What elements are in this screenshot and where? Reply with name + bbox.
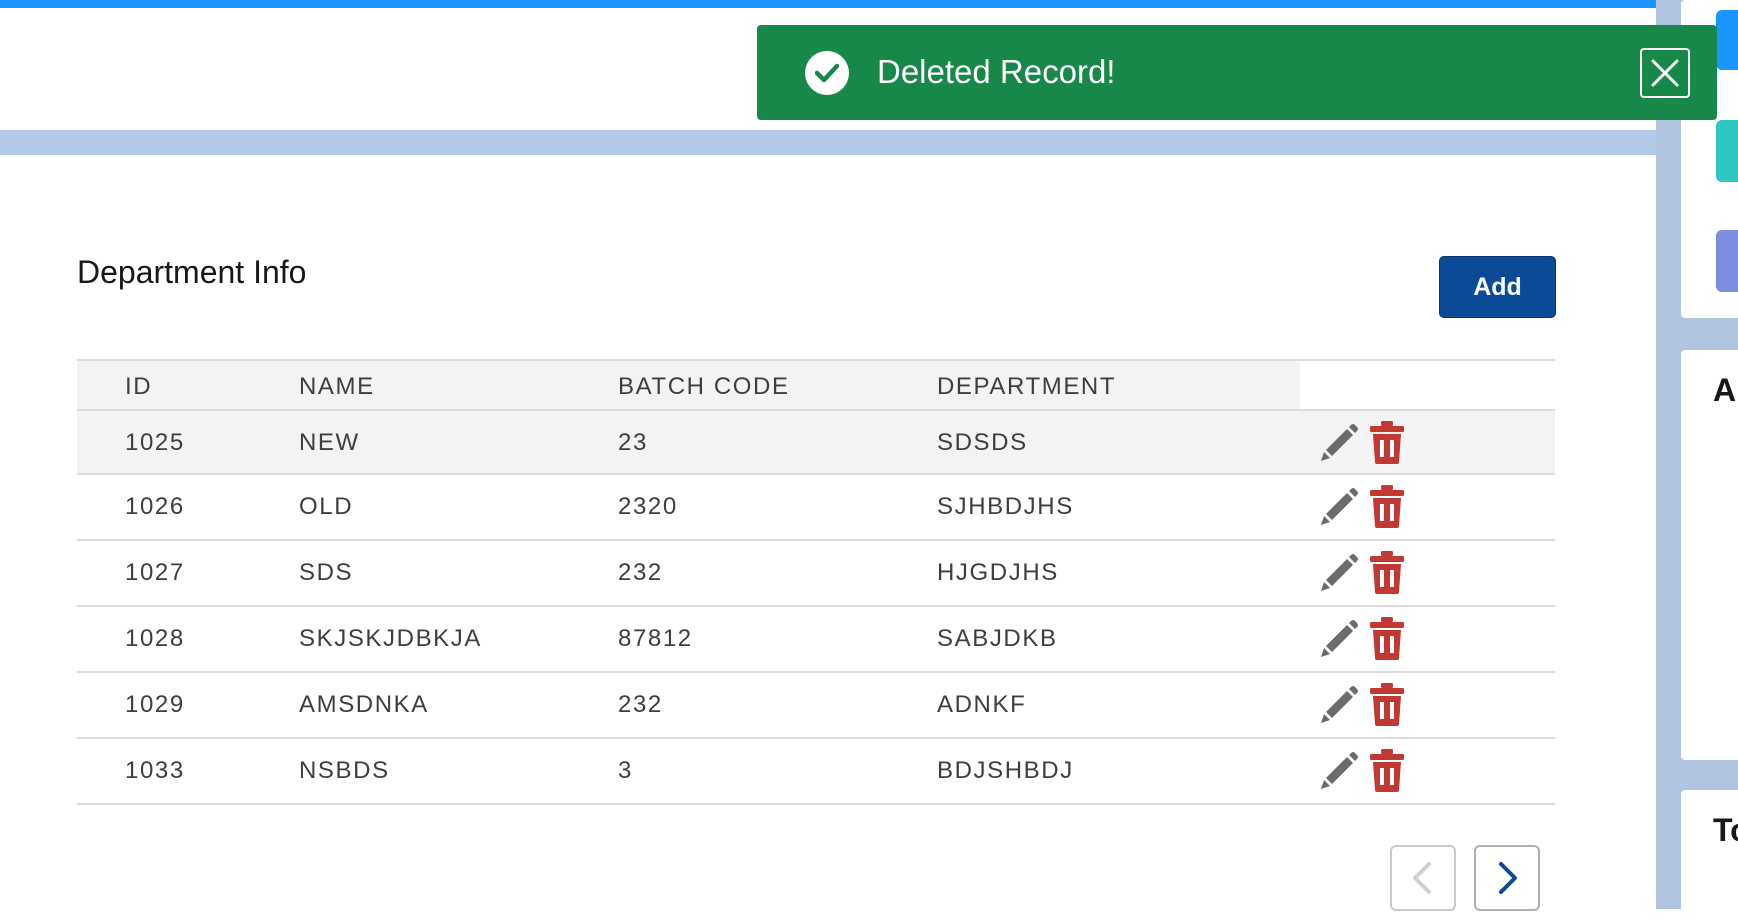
trash-icon[interactable]: [1369, 616, 1405, 660]
column-header-department[interactable]: DEPARTMENT: [937, 373, 1116, 401]
table-body: 1025 NEW 23 SDSDS 1026 OLD 2320 SJHBDJHS 1027 SDS…: [77, 411, 1555, 805]
table-header: ID NAME BATCH CODE DEPARTMENT: [77, 359, 1555, 411]
cell-name: NSBDS: [299, 757, 390, 784]
cell-id: 1025: [125, 429, 185, 456]
toast-message: Deleted Record!: [877, 53, 1116, 90]
chevron-right-icon: [1499, 862, 1517, 894]
table-row: 1033 NSBDS 3 BDJSHBDJ: [77, 739, 1555, 805]
sidebar-card-title: To: [1713, 812, 1738, 848]
cell-name: NEW: [299, 429, 360, 456]
cell-department: ADNKF: [937, 691, 1027, 718]
cell-id: 1029: [125, 691, 185, 718]
cell-name: SKJSKJDBKJA: [299, 625, 482, 652]
cell-batch-code: 3: [618, 757, 633, 784]
app-icon[interactable]: [1716, 230, 1738, 292]
cell-department: BDJSHBDJ: [937, 757, 1074, 784]
cell-id: 1027: [125, 559, 185, 586]
trash-icon[interactable]: [1369, 748, 1405, 792]
cell-batch-code: 23: [618, 429, 648, 456]
close-icon[interactable]: [1640, 48, 1690, 98]
pencil-icon[interactable]: [1316, 420, 1360, 464]
pencil-icon[interactable]: [1316, 748, 1360, 792]
sidebar-card: [1681, 790, 1738, 920]
department-table: ID NAME BATCH CODE DEPARTMENT 1025 NEW 23 S…: [77, 359, 1555, 805]
cell-batch-code: 87812: [618, 625, 693, 652]
column-header-name[interactable]: NAME: [299, 373, 375, 401]
trash-icon[interactable]: [1369, 550, 1405, 594]
chevron-left-icon: [1413, 862, 1431, 894]
trash-icon[interactable]: [1369, 682, 1405, 726]
cell-name: OLD: [299, 493, 354, 520]
cell-department: SJHBDJHS: [937, 493, 1074, 520]
cell-name: SDS: [299, 559, 354, 586]
app-icon[interactable]: [1716, 10, 1738, 70]
cell-id: 1026: [125, 493, 185, 520]
cell-name: AMSDNKA: [299, 691, 429, 718]
trash-icon[interactable]: [1369, 420, 1405, 464]
table-row: 1027 SDS 232 HJGDJHS: [77, 541, 1555, 607]
pencil-icon[interactable]: [1316, 484, 1360, 528]
add-button[interactable]: Add: [1439, 256, 1556, 318]
next-page-button[interactable]: [1474, 845, 1540, 911]
cell-department: SABJDKB: [937, 625, 1058, 652]
sidebar-card: [1681, 350, 1738, 760]
trash-icon[interactable]: [1369, 484, 1405, 528]
success-check-icon: [805, 51, 849, 95]
pencil-icon[interactable]: [1316, 682, 1360, 726]
app-icon[interactable]: [1716, 120, 1738, 182]
cell-batch-code: 232: [618, 691, 663, 718]
cell-department: SDSDS: [937, 429, 1028, 456]
previous-page-button[interactable]: [1390, 845, 1456, 911]
table-row: 1025 NEW 23 SDSDS: [77, 411, 1555, 475]
cell-batch-code: 232: [618, 559, 663, 586]
cell-batch-code: 2320: [618, 493, 678, 520]
pencil-icon[interactable]: [1316, 550, 1360, 594]
success-toast: Deleted Record!: [757, 25, 1717, 120]
cell-department: HJGDJHS: [937, 559, 1059, 586]
column-header-batch-code[interactable]: BATCH CODE: [618, 373, 790, 401]
cell-id: 1033: [125, 757, 185, 784]
header-background-pattern: [0, 130, 1656, 155]
top-accent-bar: [0, 0, 1738, 8]
pencil-icon[interactable]: [1316, 616, 1360, 660]
table-row: 1028 SKJSKJDBKJA 87812 SABJDKB: [77, 607, 1555, 673]
table-row: 1029 AMSDNKA 232 ADNKF: [77, 673, 1555, 739]
sidebar-card-title: A: [1713, 372, 1737, 408]
cell-id: 1028: [125, 625, 185, 652]
table-row: 1026 OLD 2320 SJHBDJHS: [77, 475, 1555, 541]
column-header-id[interactable]: ID: [125, 373, 152, 401]
card-title: Department Info: [77, 254, 307, 290]
